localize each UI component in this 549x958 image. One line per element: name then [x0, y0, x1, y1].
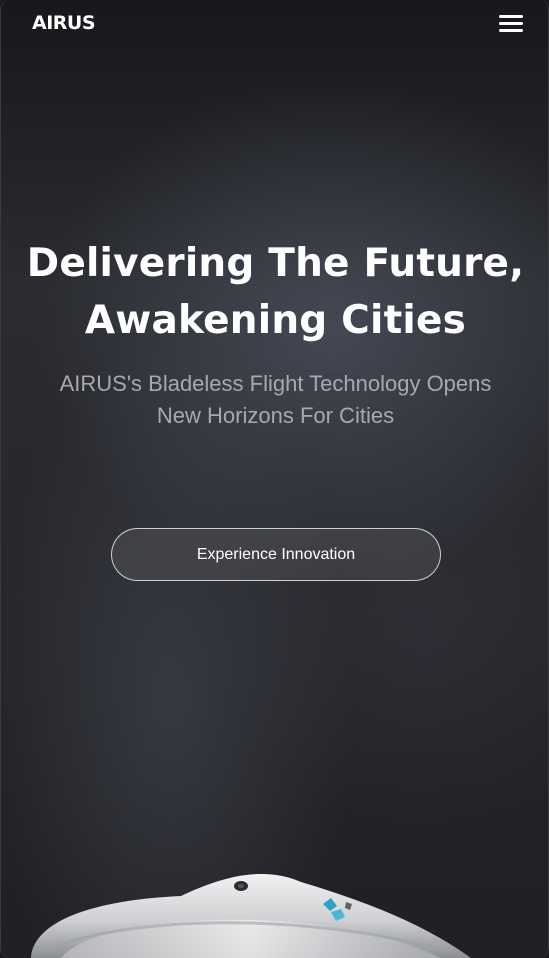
hero-title-line-2: Awakening Cities — [84, 298, 467, 343]
hero-subtitle-line-2: New Horizons For Cities — [156, 403, 395, 428]
top-navigation-bar: AIRUS — [1, 0, 548, 48]
hamburger-menu-icon[interactable] — [499, 13, 523, 33]
hero-title: Delivering The Future, Awakening Cities — [1, 235, 548, 349]
airus-logo[interactable]: AIRUS — [32, 12, 96, 34]
menu-bar-middle — [499, 22, 523, 25]
bladeless-drone-image — [31, 873, 471, 958]
menu-bar-top — [499, 15, 523, 18]
hero-title-line-1: Delivering The Future, — [26, 241, 525, 286]
page: AIRUS Delivering The Future, Awakening C… — [0, 0, 549, 958]
hero-subtitle: AIRUS's Bladeless Flight Technology Open… — [41, 368, 510, 432]
hero-subtitle-line-1: AIRUS's Bladeless Flight Technology Open… — [59, 371, 492, 396]
experience-innovation-button[interactable]: Experience Innovation — [111, 528, 441, 581]
menu-bar-bottom — [499, 29, 523, 32]
